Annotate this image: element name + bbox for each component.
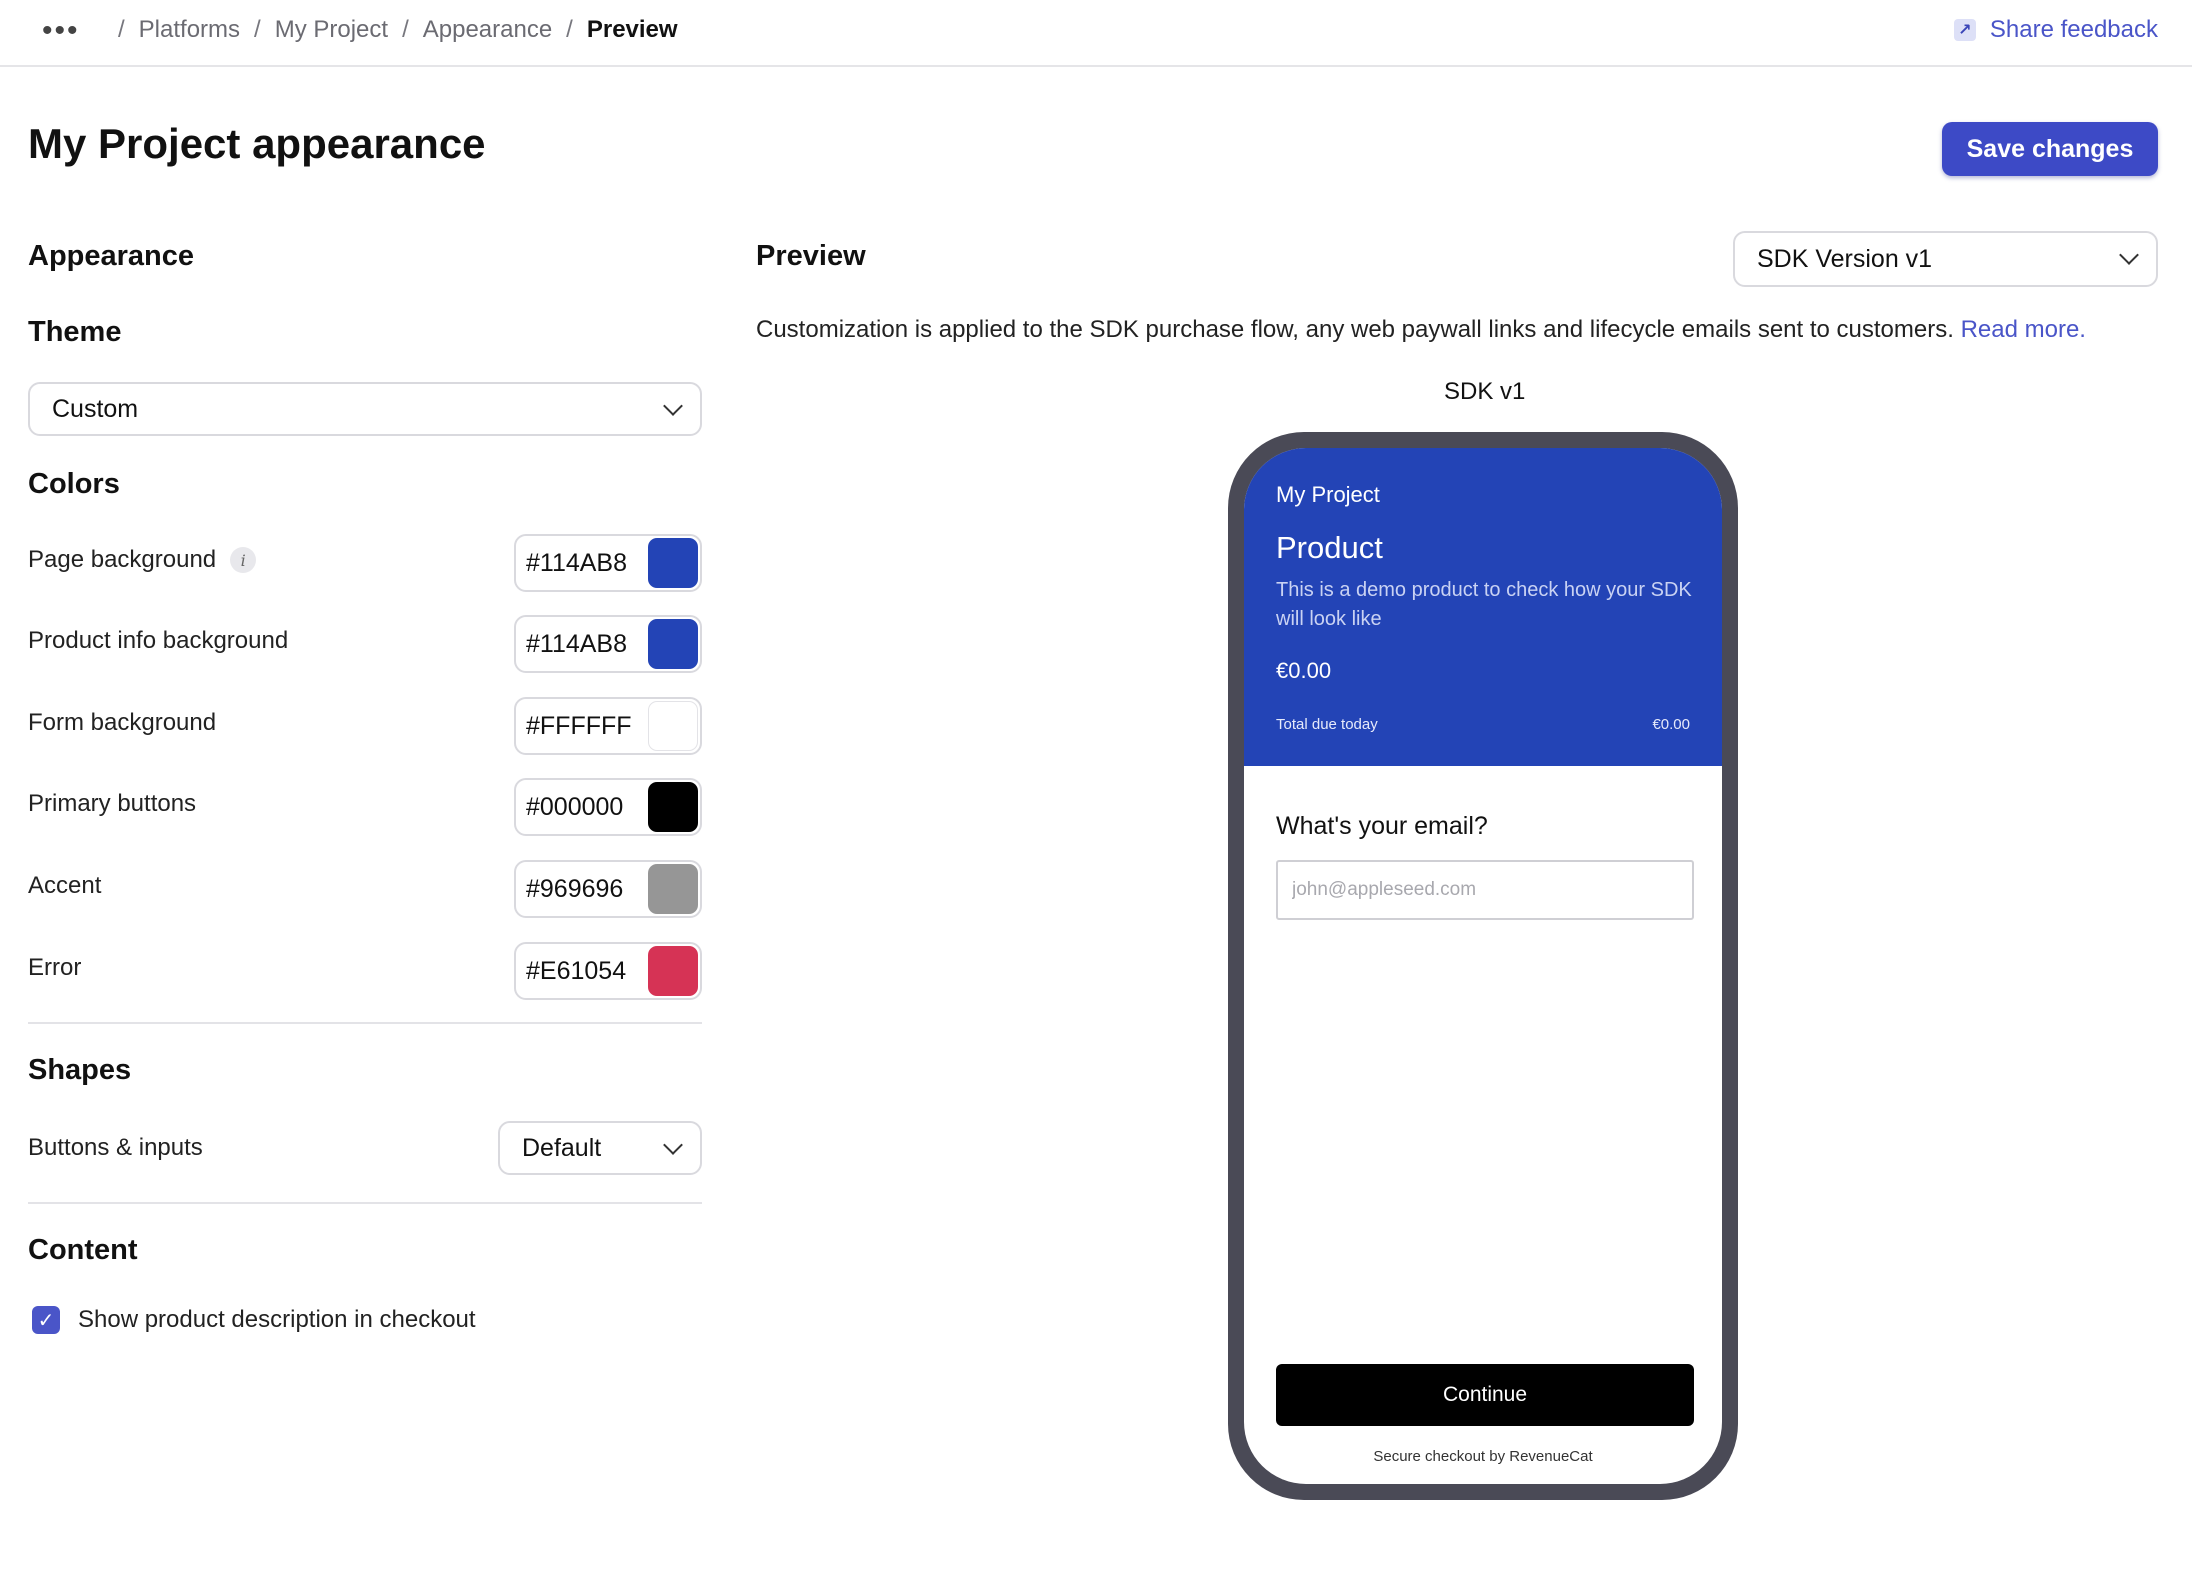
hex-input[interactable] [526, 957, 646, 986]
hex-input[interactable] [526, 875, 646, 904]
breadcrumb-separator: / [566, 16, 573, 43]
color-row-error: Error [28, 942, 702, 1000]
color-label: Error [28, 954, 82, 981]
color-label: Form background [28, 709, 217, 736]
phone-frame: My Project Product This is a demo produc… [1228, 432, 1738, 1500]
content-heading: Content [28, 1234, 138, 1266]
share-feedback-label: Share feedback [1989, 16, 2158, 43]
phone-total-label: Total due today [1276, 716, 1378, 733]
external-link-icon: ↗ [1953, 19, 1976, 41]
phone-email-question: What's your email? [1276, 812, 1488, 840]
info-icon[interactable]: i [230, 547, 257, 573]
sdk-label: SDK v1 [1444, 378, 1526, 405]
color-label: Page background [28, 546, 217, 573]
read-more-link[interactable]: Read more. [1961, 316, 2086, 343]
buttons-inputs-select[interactable]: Default [498, 1121, 702, 1175]
colors-heading: Colors [28, 468, 120, 500]
color-swatch[interactable] [648, 946, 698, 996]
sdk-version-value: SDK Version v1 [1757, 244, 1933, 273]
preview-heading: Preview [756, 240, 866, 272]
phone-continue-button[interactable]: Continue [1276, 1364, 1694, 1426]
breadcrumb-my-project[interactable]: My Project [275, 16, 388, 44]
shapes-heading: Shapes [28, 1054, 132, 1086]
phone-total-value: €0.00 [1652, 716, 1690, 733]
phone-email-input[interactable] [1276, 860, 1694, 920]
color-swatch[interactable] [648, 782, 698, 832]
sdk-version-select[interactable]: SDK Version v1 [1733, 231, 2158, 287]
chevron-down-icon [663, 396, 683, 416]
appearance-heading: Appearance [28, 240, 195, 272]
phone-screen: My Project Product This is a demo produc… [1244, 448, 1722, 1484]
phone-price: €0.00 [1276, 658, 1332, 683]
color-input [514, 778, 702, 836]
buttons-inputs-label: Buttons & inputs [28, 1134, 203, 1161]
breadcrumb-preview: Preview [586, 16, 678, 43]
breadcrumb-separator: / [402, 16, 409, 43]
checkbox-checked-icon[interactable]: ✓ [32, 1306, 60, 1334]
theme-select[interactable]: Custom [28, 382, 702, 436]
chevron-down-icon [2119, 245, 2139, 265]
preview-description-text: Customization is applied to the SDK purc… [756, 316, 1954, 343]
breadcrumb: / Platforms / My Project / Appearance / … [104, 16, 678, 44]
color-input [514, 942, 702, 1000]
breadcrumb-separator: / [254, 16, 261, 43]
color-row-accent: Accent [28, 860, 702, 918]
hex-input[interactable] [526, 712, 646, 741]
hex-input[interactable] [526, 793, 646, 822]
color-swatch[interactable] [648, 538, 698, 588]
color-row-product-info-background: Product info background [28, 615, 702, 673]
show-description-label: Show product description in checkout [78, 1306, 476, 1333]
breadcrumb-appearance[interactable]: Appearance [423, 16, 552, 44]
color-swatch[interactable] [648, 619, 698, 669]
top-bar: ••• / Platforms / My Project / Appearanc… [0, 0, 2192, 67]
ellipsis-icon[interactable]: ••• [42, 14, 80, 48]
save-changes-button[interactable]: Save changes [1942, 122, 2158, 176]
color-label: Primary buttons [28, 790, 197, 817]
show-description-checkbox-row[interactable]: ✓ Show product description in checkout [32, 1306, 476, 1334]
color-row-form-background: Form background [28, 697, 702, 755]
hex-input[interactable] [526, 549, 646, 578]
color-label: Product info background [28, 627, 289, 654]
color-input [514, 534, 702, 592]
phone-project-name: My Project [1276, 482, 1380, 507]
color-swatch[interactable] [648, 864, 698, 914]
chevron-down-icon [663, 1135, 683, 1155]
color-swatch[interactable] [648, 701, 698, 751]
breadcrumb-separator: / [118, 16, 125, 43]
page-title: My Project appearance [28, 120, 486, 167]
preview-description: Customization is applied to the SDK purc… [756, 316, 2086, 344]
phone-product-description: This is a demo product to check how your… [1276, 579, 1692, 630]
product-info-panel: My Project Product This is a demo produc… [1244, 448, 1722, 766]
color-label: Accent [28, 872, 102, 899]
divider [28, 1202, 702, 1204]
theme-heading: Theme [28, 316, 122, 348]
phone-secure-checkout-text: Secure checkout by RevenueCat [1373, 1448, 1593, 1465]
divider [28, 1022, 702, 1024]
color-row-page-background: Page background i [28, 534, 702, 592]
color-input [514, 697, 702, 755]
hex-input[interactable] [526, 630, 646, 659]
color-input [514, 615, 702, 673]
phone-product-title: Product [1276, 530, 1383, 565]
theme-select-value: Custom [52, 394, 139, 423]
share-feedback-link[interactable]: ↗ Share feedback [1953, 16, 2158, 44]
buttons-inputs-select-value: Default [522, 1133, 602, 1162]
color-row-primary-buttons: Primary buttons [28, 778, 702, 836]
breadcrumb-platforms[interactable]: Platforms [139, 16, 240, 44]
color-input [514, 860, 702, 918]
